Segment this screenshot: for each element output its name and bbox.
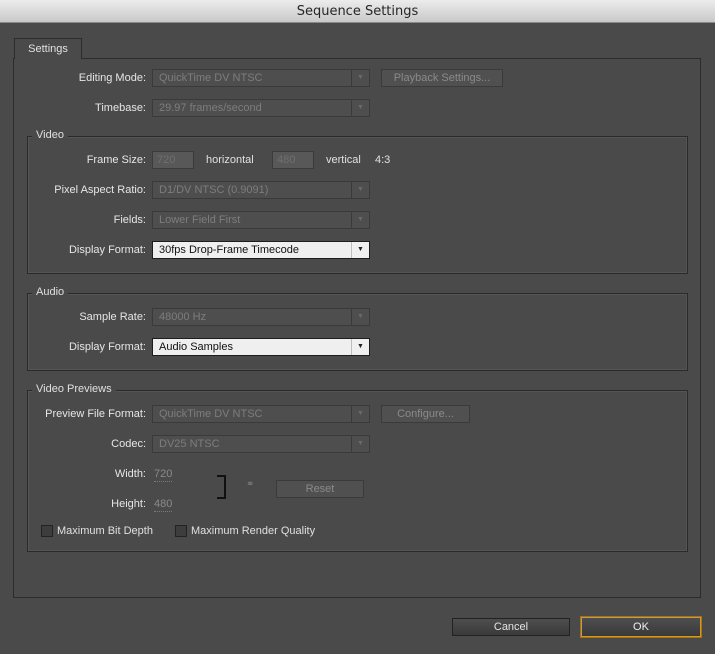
audio-group-title: Audio (32, 286, 69, 299)
pixel-aspect-value: D1/DV NTSC (0.9091) (159, 184, 269, 196)
preview-file-format-dropdown[interactable]: QuickTime DV NTSC ▼ (152, 405, 370, 423)
editing-mode-dropdown[interactable]: QuickTime DV NTSC ▼ (152, 69, 370, 87)
sample-rate-dropdown[interactable]: 48000 Hz ▼ (152, 308, 370, 326)
reset-button[interactable]: Reset (276, 480, 364, 498)
editing-mode-value: QuickTime DV NTSC (159, 72, 263, 84)
video-display-format-label: Display Format: (68, 244, 146, 256)
video-display-format-dropdown[interactable]: 30fps Drop-Frame Timecode ▼ (152, 241, 370, 259)
frame-height-field[interactable]: 480 (272, 151, 314, 169)
link-bracket (217, 475, 226, 499)
settings-panel: Editing Mode: QuickTime DV NTSC ▼ Playba… (13, 58, 701, 598)
chevron-down-icon: ▼ (351, 406, 369, 422)
chevron-down-icon: ▼ (351, 182, 369, 198)
chevron-down-icon: ▼ (351, 309, 369, 325)
chevron-down-icon: ▼ (351, 70, 369, 86)
width-value[interactable]: 720 (154, 467, 173, 482)
max-render-quality-label: Maximum Render Quality (191, 525, 316, 537)
chevron-down-icon: ▼ (351, 436, 369, 452)
video-group-title: Video (32, 129, 68, 142)
timebase-label: Timebase: (95, 102, 146, 114)
timebase-dropdown[interactable]: 29.97 frames/second ▼ (152, 99, 370, 117)
fields-value: Lower Field First (159, 214, 241, 226)
window-title: Sequence Settings (0, 0, 715, 23)
frame-size-label: Frame Size: (86, 154, 146, 166)
max-render-quality-checkbox[interactable] (175, 525, 187, 537)
vertical-label: vertical (326, 154, 361, 166)
tab-settings[interactable]: Settings (14, 38, 82, 59)
max-bit-depth-checkbox[interactable] (41, 525, 53, 537)
codec-value: DV25 NTSC (159, 438, 220, 450)
audio-display-format-dropdown[interactable]: Audio Samples ▼ (152, 338, 370, 356)
video-group: Video Frame Size: 720 horizontal 480 ver… (27, 129, 688, 274)
sample-rate-value: 48000 Hz (159, 311, 207, 323)
cancel-button[interactable]: Cancel (452, 618, 570, 636)
width-label: Width: (114, 468, 146, 480)
aspect-ratio-text: 4:3 (375, 154, 391, 166)
height-value[interactable]: 480 (154, 497, 173, 512)
configure-button[interactable]: Configure... (381, 405, 470, 423)
video-previews-group: Video Previews Preview File Format: Quic… (27, 383, 688, 552)
chain-link-icon[interactable]: ⚭ (246, 479, 254, 490)
editing-mode-label: Editing Mode: (78, 72, 146, 84)
video-display-format-value: 30fps Drop-Frame Timecode (159, 244, 299, 256)
max-bit-depth-label: Maximum Bit Depth (57, 525, 153, 537)
chevron-down-icon: ▼ (351, 100, 369, 116)
video-previews-group-title: Video Previews (32, 383, 116, 396)
ok-button[interactable]: OK (581, 617, 701, 637)
frame-width-field[interactable]: 720 (152, 151, 194, 169)
fields-dropdown[interactable]: Lower Field First ▼ (152, 211, 370, 229)
chevron-down-icon: ▼ (351, 212, 369, 228)
pixel-aspect-label: Pixel Aspect Ratio: (54, 184, 146, 196)
timebase-value: 29.97 frames/second (159, 102, 262, 114)
fields-label: Fields: (113, 214, 146, 226)
horizontal-label: horizontal (206, 154, 254, 166)
chevron-down-icon: ▼ (351, 339, 369, 355)
audio-display-format-label: Display Format: (68, 341, 146, 353)
audio-display-format-value: Audio Samples (159, 341, 233, 353)
playback-settings-button[interactable]: Playback Settings... (381, 69, 503, 87)
audio-group: Audio Sample Rate: 48000 Hz ▼ Display Fo… (27, 286, 688, 371)
chevron-down-icon: ▼ (351, 242, 369, 258)
codec-dropdown[interactable]: DV25 NTSC ▼ (152, 435, 370, 453)
pixel-aspect-dropdown[interactable]: D1/DV NTSC (0.9091) ▼ (152, 181, 370, 199)
height-label: Height: (111, 498, 146, 510)
sample-rate-label: Sample Rate: (79, 311, 146, 323)
preview-file-format-label: Preview File Format: (45, 408, 146, 420)
preview-file-format-value: QuickTime DV NTSC (159, 408, 263, 420)
codec-label: Codec: (111, 438, 146, 450)
